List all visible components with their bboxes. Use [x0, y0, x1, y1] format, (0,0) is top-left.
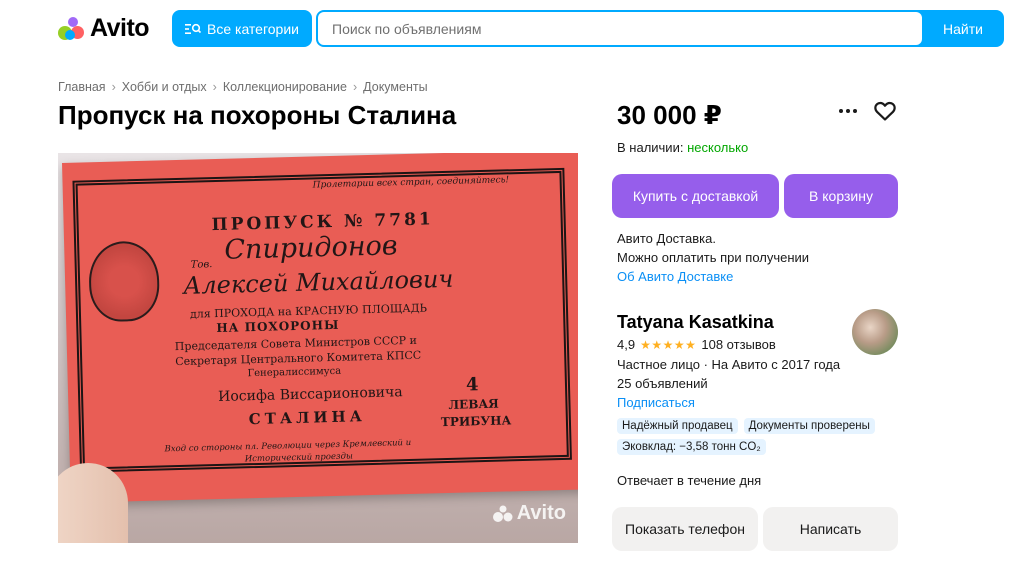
- ticket-stand-label2: ТРИБУНА: [440, 413, 512, 430]
- seller-badges: Надёжный продавец Документы проверены Эк…: [617, 418, 907, 455]
- all-categories-label: Все категории: [207, 20, 299, 37]
- avito-logo[interactable]: Avito: [58, 14, 150, 43]
- listing-title: Пропуск на похороны Сталина: [58, 100, 457, 130]
- show-phone-button[interactable]: Показать телефон: [612, 507, 758, 551]
- ticket-person-line2: СТАЛИНА: [248, 407, 367, 429]
- seller-type: Частное лицо · На Авито с 2017 года: [617, 357, 841, 372]
- seller-name[interactable]: Tatyana Kasatkina: [617, 312, 774, 333]
- badge-eco-contribution[interactable]: Эковклад: −3,58 тонн CO₂: [617, 439, 766, 455]
- reply-time: Отвечает в течение дня: [617, 473, 762, 488]
- search-bar: Найти: [316, 10, 1004, 47]
- seller-rating[interactable]: 4,9 ★★★★★ 108 отзывов: [617, 337, 776, 352]
- seller-avatar[interactable]: [852, 309, 898, 355]
- seller-info: Частное лицо · На Авито с 2017 года 25 о…: [617, 355, 840, 412]
- logo-dots-icon: [492, 505, 513, 522]
- reviews-count: 108 отзывов: [701, 337, 776, 352]
- stock-status: В наличии: несколько: [617, 140, 748, 155]
- thumb-image: [58, 463, 128, 543]
- price: 30 000 ₽: [617, 100, 722, 130]
- ticket-stand-number: 4: [465, 374, 479, 396]
- avito-watermark: Avito: [492, 502, 566, 525]
- search-button[interactable]: Найти: [922, 10, 1004, 47]
- logo-text: Avito: [90, 14, 150, 42]
- delivery-line-1: Авито Доставка.: [617, 231, 716, 246]
- search-input[interactable]: [318, 12, 922, 45]
- ticket-tov: Тов.: [190, 259, 213, 271]
- ticket-stand-label1: ЛЕВАЯ: [448, 396, 499, 412]
- breadcrumb-separator: ›: [352, 80, 358, 94]
- more-options-icon[interactable]: [836, 99, 860, 123]
- breadcrumb-item-hobby[interactable]: Хобби и отдых: [122, 80, 207, 94]
- breadcrumb-item-home[interactable]: Главная: [58, 80, 106, 94]
- rating-value: 4,9: [617, 337, 636, 352]
- breadcrumb: Главная › Хобби и отдых › Коллекциониров…: [58, 80, 428, 94]
- breadcrumb-item-documents[interactable]: Документы: [363, 80, 427, 94]
- breadcrumb-separator: ›: [212, 80, 217, 94]
- add-to-cart-button[interactable]: В корзину: [784, 174, 898, 218]
- buy-with-delivery-button[interactable]: Купить с доставкой: [612, 174, 779, 218]
- delivery-info: Авито Доставка. Можно оплатить при получ…: [617, 229, 809, 286]
- ticket-surname: Спиридонов: [223, 230, 398, 266]
- badge-reliable-seller[interactable]: Надёжный продавец: [617, 418, 738, 434]
- logo-dots-icon: [58, 16, 84, 41]
- write-message-button[interactable]: Написать: [763, 507, 898, 551]
- subscribe-link[interactable]: Подписаться: [617, 393, 840, 412]
- search-list-icon: [185, 23, 201, 34]
- breadcrumb-item-collecting[interactable]: Коллекционирование: [223, 80, 347, 94]
- seller-ads-count: 25 объявлений: [617, 376, 708, 391]
- listing-photo[interactable]: Пролетарии всех стран, соединяйтесь! ПРО…: [58, 153, 578, 543]
- rating-stars-icon: ★★★★★: [640, 337, 697, 352]
- badge-documents-verified[interactable]: Документы проверены: [743, 418, 875, 434]
- delivery-line-2: Можно оплатить при получении: [617, 250, 810, 265]
- ticket-document: Пролетарии всех стран, соединяйтесь! ПРО…: [62, 153, 578, 503]
- all-categories-button[interactable]: Все категории: [172, 10, 312, 47]
- stock-label: В наличии:: [617, 140, 684, 155]
- breadcrumb-separator: ›: [111, 80, 116, 94]
- about-delivery-link[interactable]: Об Авито Доставке: [617, 267, 809, 286]
- watermark-text: Avito: [516, 502, 566, 524]
- stock-value: несколько: [687, 140, 749, 155]
- favorite-heart-icon[interactable]: [873, 99, 897, 123]
